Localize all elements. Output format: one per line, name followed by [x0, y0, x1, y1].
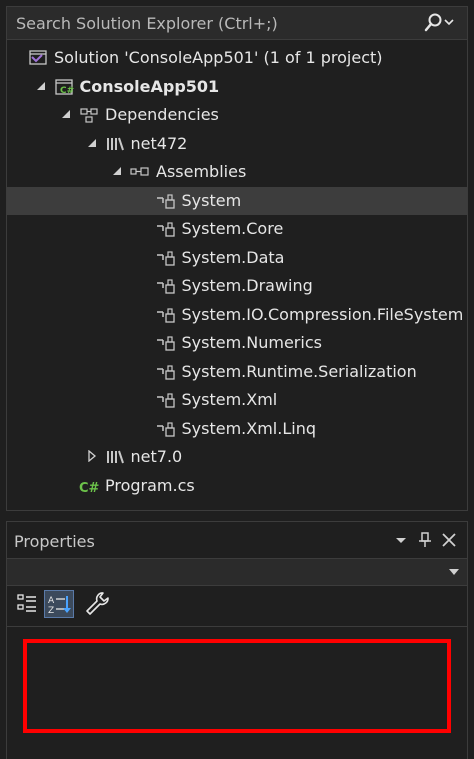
object-selector-combo[interactable] [7, 558, 467, 586]
tree-item[interactable]: System.Numerics [7, 329, 467, 357]
tree-item-label: net472 [130, 133, 188, 153]
expanded-arrow-icon[interactable] [60, 108, 72, 120]
toolbar-separator [7, 626, 467, 627]
assemblies-icon [129, 163, 151, 181]
tree-item[interactable]: Solution 'ConsoleApp501' (1 of 1 project… [7, 44, 467, 72]
svg-text:C#: C# [60, 86, 74, 96]
categorized-button[interactable] [13, 590, 43, 618]
reference-icon [155, 420, 177, 438]
svg-text:A: A [48, 596, 55, 606]
tree-item-label: System [181, 190, 242, 210]
dropdown-arrow-icon[interactable] [391, 530, 411, 550]
tree-item-label: System.Runtime.Serialization [181, 361, 417, 381]
search-input[interactable]: Search Solution Explorer (Ctrl+;) [16, 14, 278, 33]
search-icon[interactable] [423, 12, 457, 34]
tree-item[interactable]: System.Drawing [7, 272, 467, 300]
tree-item[interactable]: System.Runtime.Serialization [7, 358, 467, 386]
dependencies-icon [78, 106, 100, 124]
tree-item-label: Dependencies [105, 105, 219, 124]
highlight-box [23, 639, 451, 733]
csharp-project-icon: C# [53, 78, 75, 96]
reference-icon [155, 277, 177, 295]
solution-explorer-panel: Search Solution Explorer (Ctrl+;) Soluti… [6, 6, 468, 511]
tree-item[interactable]: C# ConsoleApp501 [7, 73, 467, 101]
reference-icon [155, 363, 177, 381]
tree-item-label: System.Xml.Linq [181, 418, 316, 438]
expanded-arrow-icon[interactable] [35, 80, 47, 92]
reference-icon [155, 334, 177, 352]
property-pages-button[interactable] [83, 590, 113, 618]
alphabetical-button[interactable]: A Z [44, 590, 74, 618]
svg-text:Z: Z [48, 606, 54, 616]
reference-icon [155, 220, 177, 238]
tree-item[interactable]: C# Program.cs [7, 472, 467, 500]
csharp-file-icon: C# [78, 477, 100, 496]
tree-item-label: net7.0 [130, 447, 183, 466]
close-icon[interactable] [439, 530, 459, 550]
tree-item-label: System.Core [181, 219, 284, 238]
tree-item-label: ConsoleApp501 [79, 76, 220, 96]
tree-item[interactable]: Dependencies [7, 101, 467, 129]
svg-text:C#: C# [79, 481, 100, 495]
wrench-icon [86, 592, 109, 615]
tree-item[interactable]: net472 [7, 130, 467, 158]
framework-icon [104, 448, 126, 466]
reference-icon [155, 306, 177, 324]
tree-item[interactable]: System.Xml.Linq [7, 415, 467, 443]
alphabetical-icon: A Z [48, 596, 71, 616]
chevron-down-icon[interactable] [449, 568, 459, 576]
tree-item-label: Program.cs [105, 475, 195, 495]
pin-icon[interactable] [415, 530, 435, 550]
tree-item[interactable]: System.Xml [7, 386, 467, 414]
tree-item[interactable]: System [7, 186, 467, 215]
tree-item-label: System.Numerics [181, 333, 322, 352]
tree-item-label: System.Xml [181, 390, 278, 409]
solution-icon [27, 49, 49, 67]
tree-item-label: System.IO.Compression.FileSystem [181, 304, 464, 324]
tree-item-label: Assemblies [156, 162, 247, 181]
reference-icon [155, 391, 177, 409]
framework-icon [104, 135, 126, 153]
collapsed-arrow-icon[interactable] [86, 450, 98, 462]
properties-title: Properties [14, 532, 95, 551]
expanded-arrow-icon[interactable] [86, 137, 98, 149]
tree-item[interactable]: System.Core [7, 215, 467, 243]
tree-item[interactable]: net7.0 [7, 443, 467, 471]
reference-icon [155, 192, 177, 210]
expanded-arrow-icon[interactable] [111, 165, 123, 177]
tree-item[interactable]: System.Data [7, 244, 467, 272]
tree-item-label: System.Drawing [181, 276, 313, 295]
tree-item-label: Solution 'ConsoleApp501' (1 of 1 project… [54, 48, 383, 67]
tree-item[interactable]: System.IO.Compression.FileSystem [7, 301, 467, 329]
tree-item-label: System.Data [181, 247, 285, 267]
categorized-icon [17, 594, 36, 612]
properties-panel: Properties A Z [6, 521, 468, 759]
search-box[interactable]: Search Solution Explorer (Ctrl+;) [7, 7, 467, 40]
reference-icon [155, 249, 177, 267]
tree-item[interactable]: Assemblies [7, 158, 467, 186]
